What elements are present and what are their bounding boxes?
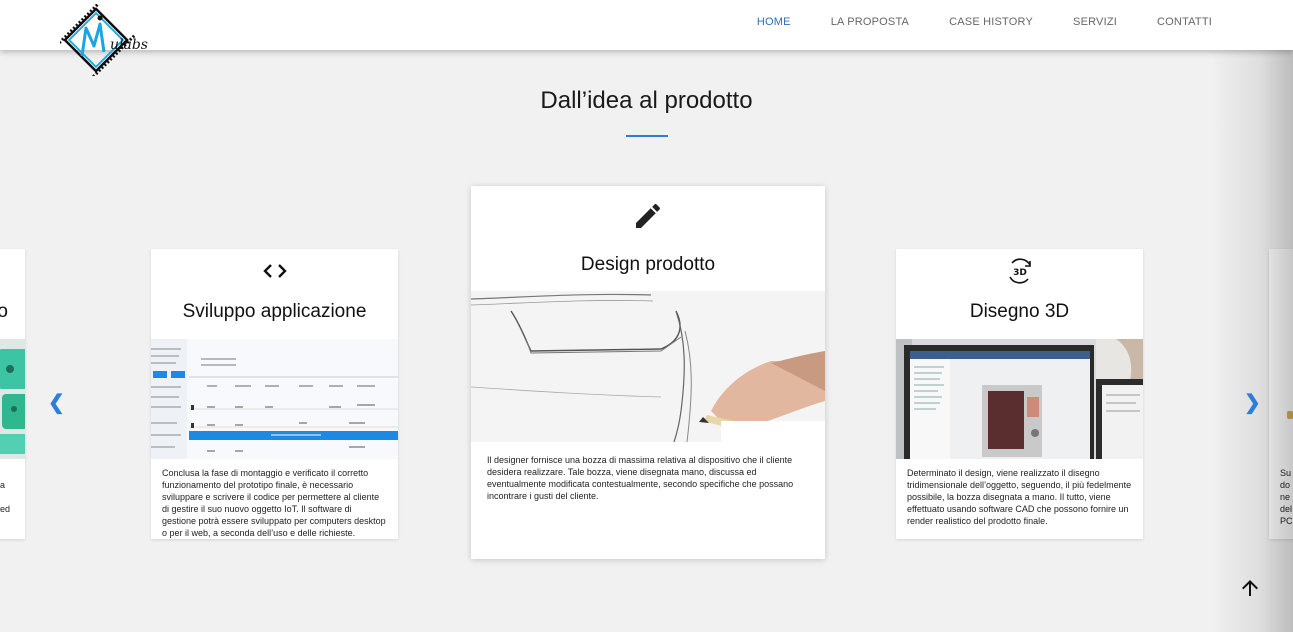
section-title: Dall’idea al prodotto <box>540 87 753 114</box>
nav-la-proposta[interactable]: LA PROPOSTA <box>831 16 909 28</box>
card-description: Determinato il design, viene realizzato … <box>907 468 1132 526</box>
mulabs-logo[interactable]: ulabs <box>56 0 152 80</box>
card-title-fragment: o <box>0 301 8 322</box>
card-text-fragment-2: ed <box>0 504 11 514</box>
card-text-fragment-1: a <box>0 480 6 490</box>
card-image-software-table <box>151 339 398 459</box>
title-underline <box>626 135 668 137</box>
card-text-fragment-5: PC <box>1280 516 1293 526</box>
3d-rotation-icon: 3D <box>896 257 1143 285</box>
carousel-card-right-partial[interactable]: Su do ne del PC <box>1269 249 1293 539</box>
pencil-icon <box>471 200 825 232</box>
card-text-fragment-3: ne <box>1280 492 1291 502</box>
card-description: Il designer fornisce una bozza di massim… <box>487 455 794 501</box>
chevron-right-icon[interactable]: ❯ <box>1244 392 1261 414</box>
nav-case-history[interactable]: CASE HISTORY <box>949 16 1033 28</box>
code-icon <box>151 261 398 281</box>
card-title: Sviluppo applicazione <box>182 301 367 322</box>
card-image-cad-monitor <box>896 339 1143 459</box>
carousel-card-disegno-3d[interactable]: 3D Disegno 3D Determinato il design, vie… <box>896 249 1143 539</box>
card-text-fragment-4: del <box>1280 504 1293 514</box>
card-image-sketch <box>471 291 825 442</box>
nav-home[interactable]: HOME <box>757 16 791 28</box>
svg-text:3D: 3D <box>1013 268 1027 278</box>
svg-text:ulabs: ulabs <box>110 37 148 53</box>
card-image <box>0 339 25 459</box>
card-title: Disegno 3D <box>969 301 1070 322</box>
card-description: Conclusa la fase di montaggio e verifica… <box>162 468 386 538</box>
card-image-fragment <box>1287 411 1293 419</box>
card-text-fragment-2: do <box>1280 480 1291 490</box>
chevron-left-icon[interactable]: ❮ <box>48 392 65 414</box>
nav-contatti[interactable]: CONTATTI <box>1157 16 1212 28</box>
arrow-up-icon[interactable] <box>1238 576 1262 600</box>
card-text-fragment-1: Su <box>1280 468 1292 478</box>
nav-servizi[interactable]: SERVIZI <box>1073 16 1117 28</box>
logo-graphic: ulabs <box>56 0 148 80</box>
carousel-card-left-partial[interactable]: o a ed <box>0 249 25 539</box>
top-navbar: HOME LA PROPOSTA CASE HISTORY SERVIZI CO… <box>0 0 1293 50</box>
carousel-card-design[interactable]: Design prodotto Il designer fornisce una… <box>471 186 825 559</box>
carousel-card-sviluppo[interactable]: Sviluppo applicazione Conclusa la fase d… <box>151 249 398 539</box>
card-title: Design prodotto <box>580 254 716 275</box>
main-nav: HOME LA PROPOSTA CASE HISTORY SERVIZI CO… <box>757 16 1212 28</box>
